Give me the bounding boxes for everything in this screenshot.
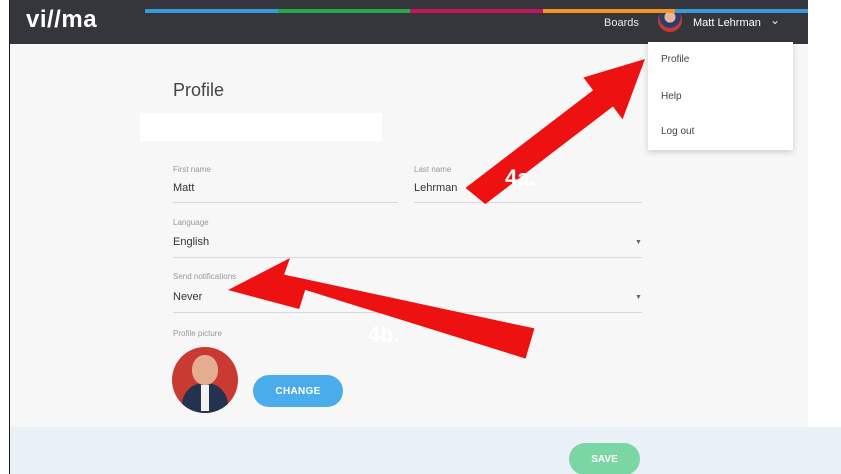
annotation-label-4a: 4a.: [505, 165, 536, 190]
arrow-4a: [465, 59, 645, 205]
annotation-overlay: [228, 59, 645, 359]
app-window: vi//ma Boards Matt Lehrman ⌄ Profile Fir…: [0, 0, 841, 474]
annotation-label-4b: 4b.: [368, 322, 400, 347]
